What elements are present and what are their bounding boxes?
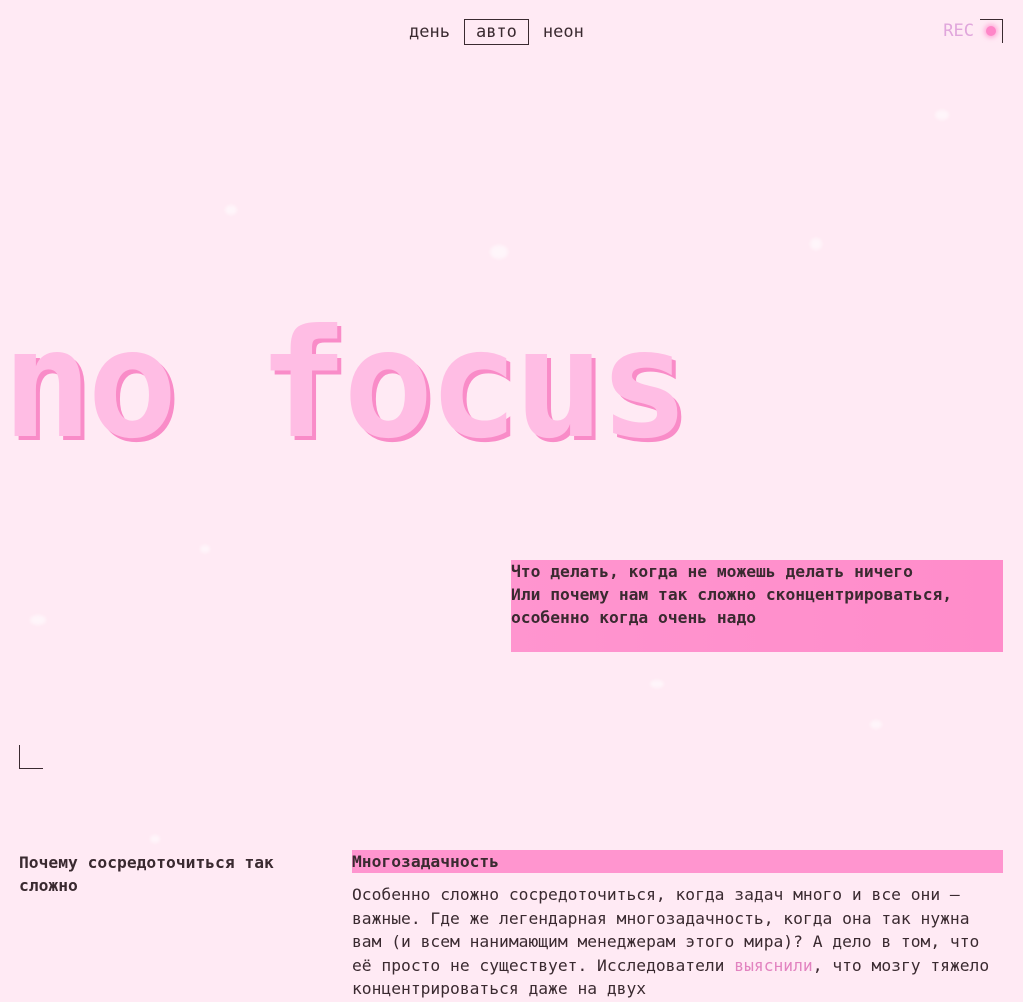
background-speck [150, 835, 160, 843]
background-speck [225, 205, 237, 215]
rec-label: REC [943, 21, 974, 41]
subtitle-line-2: Или почему нам так сложно сконцентрирова… [511, 585, 953, 627]
article-side-heading: Почему сосредоточиться так сложно [19, 853, 274, 895]
background-speck [490, 245, 508, 259]
article-paragraph: Особенно сложно сосредоточиться, когда з… [352, 883, 1003, 1001]
rec-indicator: REC [943, 19, 1003, 43]
theme-option-day[interactable]: день [397, 19, 462, 45]
subtitle-line-1: Что делать, когда не можешь делать ничег… [511, 562, 913, 581]
research-link[interactable]: выяснили [734, 956, 812, 975]
theme-option-auto[interactable]: авто [463, 19, 529, 45]
background-speck [30, 615, 46, 625]
rec-frame [980, 19, 1003, 43]
record-dot-icon [986, 26, 996, 36]
background-speck [935, 110, 949, 120]
corner-bracket-icon [19, 745, 43, 769]
background-speck [650, 680, 664, 688]
hero-title: no focus [2, 298, 689, 472]
background-speck [200, 545, 210, 553]
theme-option-neon[interactable]: неон [531, 19, 596, 45]
background-speck [810, 238, 822, 250]
background-speck [870, 720, 882, 729]
subtitle-block: Что делать, когда не можешь делать ничег… [511, 560, 1003, 652]
theme-switcher: день авто неон [396, 19, 597, 45]
section-heading: Многозадачность [352, 850, 1003, 873]
